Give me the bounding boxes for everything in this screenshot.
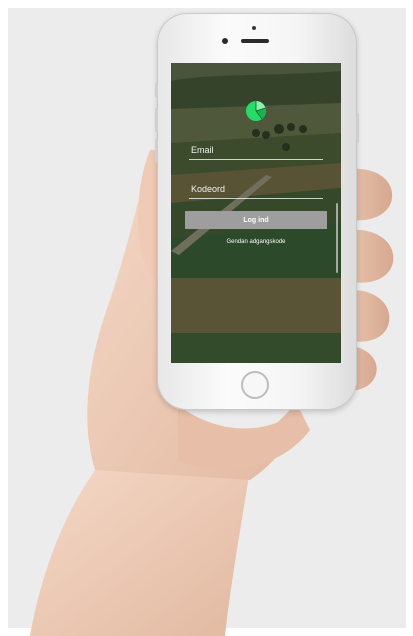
proximity-sensor bbox=[252, 26, 256, 30]
phone-device: Log ind Gendan adgangskode bbox=[155, 13, 359, 410]
power-button bbox=[356, 113, 359, 143]
volume-down-button bbox=[155, 139, 158, 163]
volume-up-button bbox=[155, 108, 158, 132]
green-pie-chart-logo-icon bbox=[246, 101, 266, 121]
mute-switch bbox=[155, 83, 158, 97]
scrollbar[interactable] bbox=[336, 203, 338, 273]
email-input[interactable] bbox=[189, 140, 323, 160]
earpiece-speaker bbox=[241, 39, 269, 43]
password-input[interactable] bbox=[189, 179, 323, 199]
reset-password-link[interactable]: Gendan adgangskode bbox=[185, 239, 327, 245]
front-camera bbox=[222, 38, 228, 44]
phone-screen: Log ind Gendan adgangskode bbox=[171, 63, 341, 363]
login-button[interactable]: Log ind bbox=[185, 211, 327, 229]
home-button[interactable] bbox=[241, 371, 269, 399]
